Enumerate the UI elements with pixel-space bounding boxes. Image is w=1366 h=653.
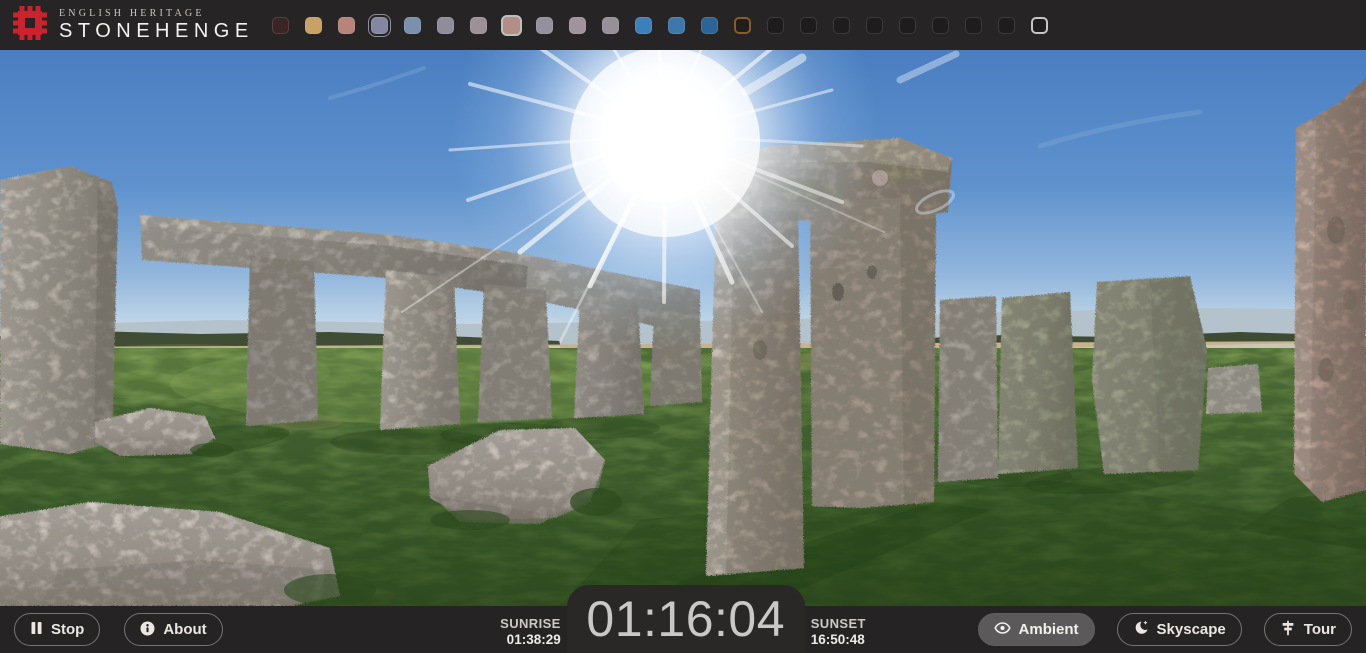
timeline-swatch-slot: [470, 17, 487, 34]
signpost-icon: [1280, 620, 1296, 639]
timeline-swatch-16[interactable]: [800, 17, 817, 34]
timeline-swatch-slot: [998, 17, 1015, 34]
brand-stonehenge: STONEHENGE: [59, 20, 254, 43]
brand: ENGLISH HERITAGE STONEHENGE: [0, 3, 254, 48]
timeline-swatch-slot: [1031, 17, 1048, 34]
info-icon: [140, 621, 155, 639]
stop-button[interactable]: Stop: [14, 613, 100, 646]
timeline-swatch-3[interactable]: [371, 17, 388, 34]
timeline-swatch-14[interactable]: [734, 17, 751, 34]
english-heritage-logo-icon: [10, 3, 50, 48]
current-time: 01:16:04: [586, 590, 785, 648]
moon-star-icon: [1133, 620, 1149, 639]
timeline-swatch-slot: [305, 17, 322, 34]
timeline-swatch-5[interactable]: [437, 17, 454, 34]
about-label: About: [163, 622, 206, 637]
brand-english-heritage: ENGLISH HERITAGE: [59, 8, 254, 20]
tour-button[interactable]: Tour: [1264, 613, 1352, 646]
sunrise-time: 01:38:29: [500, 632, 561, 648]
timeline-swatch-17[interactable]: [833, 17, 850, 34]
timeline-swatch-9[interactable]: [569, 17, 586, 34]
timeline-swatch-slot: [800, 17, 817, 34]
sunset-label: SUNSET: [811, 616, 866, 632]
stonehenge-skyscape-app: ENGLISH HERITAGE STONEHENGE: [0, 0, 1366, 653]
mode-controls: Ambient Skyscape: [978, 613, 1352, 646]
timeline-swatch-slot: [338, 17, 355, 34]
timeline-swatch-slot: [404, 17, 421, 34]
timeline-swatch-13[interactable]: [701, 17, 718, 34]
timeline-swatch-7[interactable]: [501, 15, 522, 36]
ambient-label: Ambient: [1019, 622, 1079, 637]
timeline-swatch-19[interactable]: [899, 17, 916, 34]
skyscape-label: Skyscape: [1157, 622, 1226, 637]
skyscape-button[interactable]: Skyscape: [1117, 613, 1242, 646]
timeline-swatch-2[interactable]: [338, 17, 355, 34]
time-display: SUNRISE 01:38:29 01:16:04 SUNSET 16:50:4…: [500, 585, 866, 653]
sunset-block: SUNSET 16:50:48: [811, 616, 866, 653]
timeline-swatch-23[interactable]: [1031, 17, 1048, 34]
sunrise-block: SUNRISE 01:38:29: [500, 616, 561, 653]
ambient-button[interactable]: Ambient: [978, 613, 1095, 646]
timeline-swatch-4[interactable]: [404, 17, 421, 34]
timeline-swatch-slot: [437, 17, 454, 34]
timeline-swatch-slot: [602, 17, 619, 34]
timeline-swatch-12[interactable]: [668, 17, 685, 34]
timeline-swatch-slot: [965, 17, 982, 34]
timeline-swatch-8[interactable]: [536, 17, 553, 34]
stonehenge-panorama-illustration: [0, 50, 1366, 606]
timeline-swatch-slot: [833, 17, 850, 34]
control-bar: Stop About SUNRISE 01:38:29 01:16:04: [0, 606, 1366, 653]
timeline-swatch-10[interactable]: [602, 17, 619, 34]
eye-icon: [994, 621, 1011, 638]
timeline-swatch-slot: [734, 17, 751, 34]
timeline-swatch-slot: [668, 17, 685, 34]
timeline-swatch-1[interactable]: [305, 17, 322, 34]
sunrise-label: SUNRISE: [500, 616, 561, 632]
timeline-swatch-slot: [701, 17, 718, 34]
panorama-viewport[interactable]: [0, 50, 1366, 606]
timeline-swatch-slot: [272, 17, 289, 34]
hour-color-timeline: [272, 0, 1048, 50]
tour-label: Tour: [1304, 622, 1336, 637]
timeline-swatch-slot: [866, 17, 883, 34]
timeline-swatch-6[interactable]: [470, 17, 487, 34]
timeline-swatch-20[interactable]: [932, 17, 949, 34]
timeline-swatch-21[interactable]: [965, 17, 982, 34]
about-button[interactable]: About: [124, 613, 222, 646]
pause-icon: [30, 621, 43, 638]
header: ENGLISH HERITAGE STONEHENGE: [0, 0, 1366, 50]
timeline-swatch-slot: [635, 17, 652, 34]
timeline-swatch-15[interactable]: [767, 17, 784, 34]
timeline-swatch-slot: [767, 17, 784, 34]
timeline-swatch-11[interactable]: [635, 17, 652, 34]
timeline-swatch-slot: [536, 17, 553, 34]
timeline-swatch-slot: [899, 17, 916, 34]
timeline-swatch-18[interactable]: [866, 17, 883, 34]
timeline-swatch-0[interactable]: [272, 17, 289, 34]
clock-panel: 01:16:04: [567, 585, 805, 653]
playback-controls: Stop About: [14, 613, 223, 646]
sunset-time: 16:50:48: [811, 632, 866, 648]
timeline-swatch-slot: [371, 17, 388, 34]
timeline-swatch-22[interactable]: [998, 17, 1015, 34]
stop-label: Stop: [51, 622, 84, 637]
timeline-swatch-slot: [932, 17, 949, 34]
timeline-swatch-slot: [503, 17, 520, 34]
timeline-swatch-slot: [569, 17, 586, 34]
